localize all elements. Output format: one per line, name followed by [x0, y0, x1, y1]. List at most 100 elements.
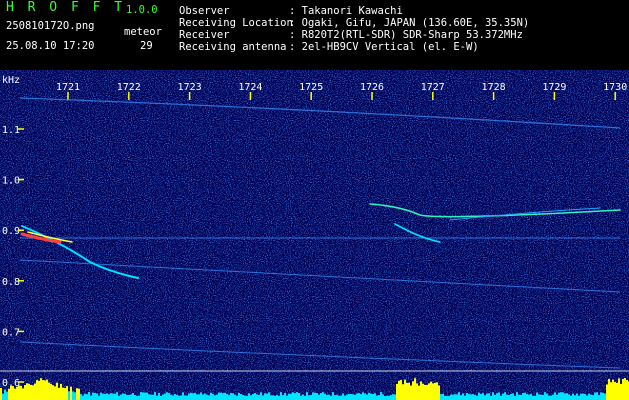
level-bar-segment	[620, 384, 622, 400]
level-bar-segment	[382, 394, 384, 400]
level-bar-segment	[202, 394, 204, 400]
level-bar-segment	[588, 393, 590, 400]
level-bar-segment	[288, 393, 290, 400]
level-bar-segment	[392, 394, 394, 400]
level-bar-segment	[10, 385, 12, 400]
level-bar-segment	[404, 379, 406, 400]
location-label: Receiving Location	[179, 17, 293, 29]
level-bar-segment	[422, 383, 424, 400]
level-bar-segment	[192, 393, 194, 400]
level-bar-segment	[366, 394, 368, 400]
level-bar-segment	[106, 393, 108, 400]
level-bar-segment	[408, 382, 410, 400]
time-tick-label: 1725	[299, 82, 323, 93]
level-bar-segment	[484, 395, 486, 400]
level-bar-segment	[384, 395, 386, 400]
level-bar-segment	[244, 395, 246, 400]
level-bar-segment	[610, 382, 612, 400]
level-bar-segment	[548, 395, 550, 400]
level-bar-segment	[184, 395, 186, 400]
level-bar-segment	[290, 393, 292, 400]
level-bar-segment	[312, 392, 314, 400]
level-bar-segment	[540, 394, 542, 400]
level-bar-segment	[180, 395, 182, 400]
level-bar-segment	[206, 394, 208, 400]
receiver-label: Receiver	[179, 29, 230, 41]
freq-tick-label: 0.9	[2, 226, 20, 237]
level-bar-segment	[440, 394, 442, 400]
level-bar-segment	[214, 395, 216, 400]
level-bar-segment	[340, 395, 342, 400]
level-bar-segment	[86, 394, 88, 400]
level-bar-segment	[508, 394, 510, 400]
level-bar-segment	[154, 392, 156, 400]
level-bar-segment	[328, 394, 330, 400]
level-bar-segment	[574, 395, 576, 400]
level-bar-segment	[12, 386, 14, 400]
level-bar-segment	[534, 395, 536, 400]
level-bar-segment	[364, 393, 366, 400]
level-bar-segment	[430, 381, 432, 400]
level-bar-segment	[188, 393, 190, 400]
level-bar-segment	[14, 388, 16, 400]
level-bar-segment	[196, 394, 198, 400]
level-bar-segment	[310, 395, 312, 400]
level-bar-segment	[368, 392, 370, 400]
level-bar-segment	[492, 392, 494, 400]
level-bar-segment	[562, 392, 564, 400]
level-bar-segment	[216, 394, 218, 400]
level-bar-segment	[326, 394, 328, 400]
level-bar-segment	[210, 392, 212, 400]
level-bar-segment	[204, 393, 206, 400]
level-bar-segment	[140, 392, 142, 400]
level-bar-segment	[568, 394, 570, 400]
level-bar-segment	[144, 392, 146, 400]
level-bar-segment	[322, 392, 324, 400]
level-bar-segment	[526, 394, 528, 400]
level-bar-segment	[124, 393, 126, 400]
location-value: : Ogaki, Gifu, JAPAN (136.60E, 35.35N)	[289, 17, 530, 29]
level-bar-segment	[410, 385, 412, 400]
level-bar-segment	[256, 394, 258, 400]
level-bar-segment	[268, 392, 270, 400]
level-bar-segment	[176, 394, 178, 400]
level-bar-segment	[618, 378, 620, 400]
level-bar-segment	[22, 388, 24, 400]
level-bar-segment	[418, 385, 420, 400]
level-bar-segment	[450, 394, 452, 400]
level-bar-segment	[294, 393, 296, 400]
level-bar-segment	[58, 387, 60, 400]
meteor-count: 29	[140, 40, 153, 52]
time-tick-label: 1729	[542, 82, 566, 93]
level-bar-segment	[134, 394, 136, 400]
level-bar-segment	[54, 386, 56, 400]
level-bar-segment	[346, 394, 348, 400]
level-bar-segment	[152, 394, 154, 400]
level-bar-segment	[72, 391, 74, 400]
level-bar-segment	[472, 394, 474, 400]
level-bar-segment	[316, 393, 318, 400]
level-bar-segment	[538, 394, 540, 400]
level-bar-segment	[98, 395, 100, 400]
level-bar-segment	[496, 393, 498, 400]
level-bar-segment	[226, 393, 228, 400]
level-bar-segment	[174, 393, 176, 400]
level-bar-segment	[586, 395, 588, 400]
level-bar-segment	[32, 385, 34, 400]
antenna-label: Receiving antenna	[179, 41, 287, 53]
level-bar-segment	[142, 392, 144, 400]
level-bar-segment	[470, 394, 472, 400]
level-bar-segment	[46, 379, 48, 400]
level-bar-segment	[70, 386, 72, 400]
level-bar-segment	[590, 394, 592, 400]
level-bar-segment	[584, 393, 586, 400]
level-bar-segment	[524, 392, 526, 400]
level-bar-segment	[282, 395, 284, 400]
level-bar-segment	[260, 392, 262, 400]
level-bar-segment	[194, 392, 196, 400]
header-panel: H R O F F T 1.0.0 250810172O.png 25.08.1…	[0, 0, 629, 70]
level-bar-segment	[452, 394, 454, 400]
level-bar-segment	[512, 393, 514, 400]
level-bar-segment	[128, 394, 130, 400]
app-version: 1.0.0	[126, 4, 158, 16]
